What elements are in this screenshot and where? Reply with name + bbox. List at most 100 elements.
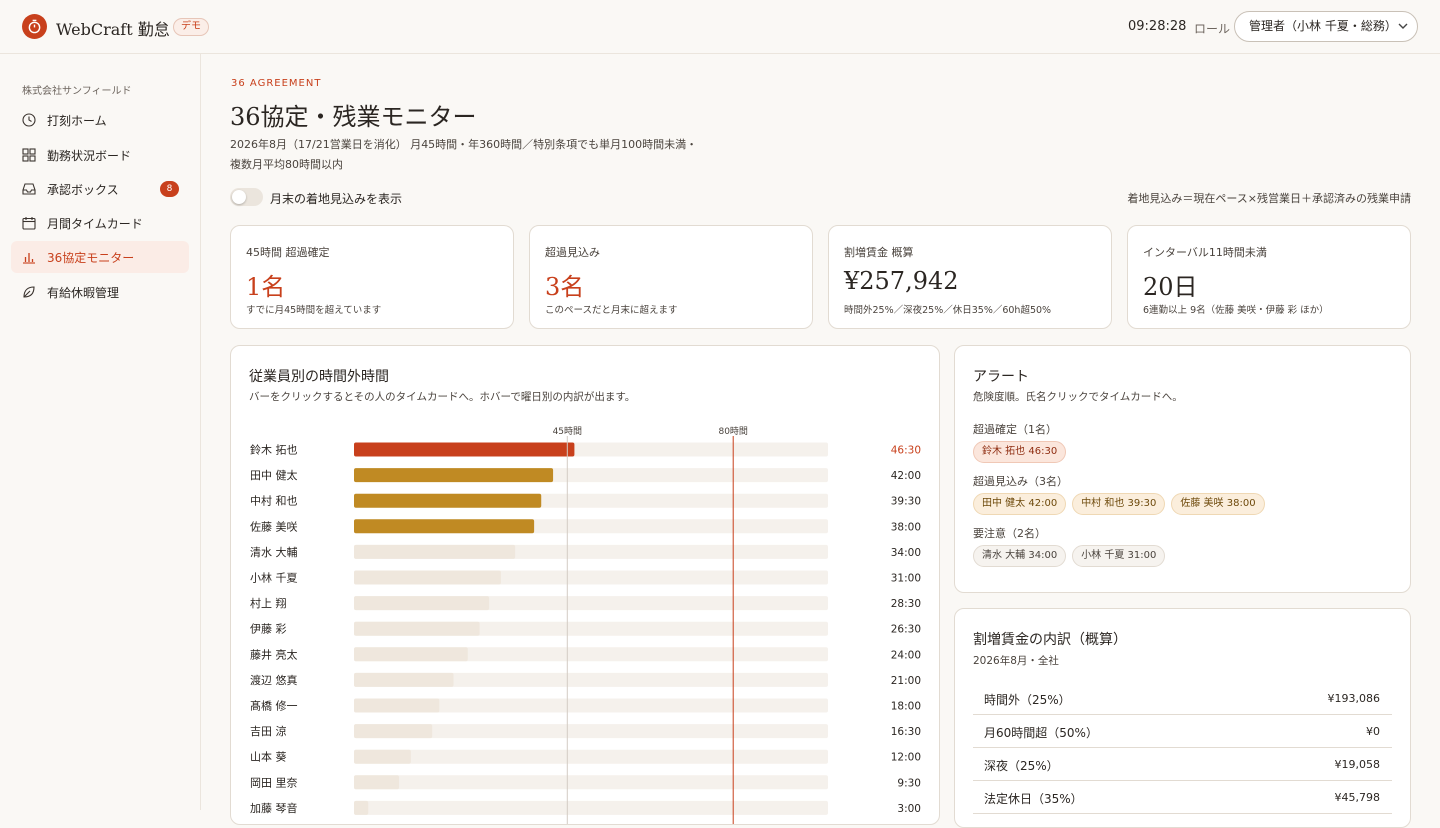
overtime-bar[interactable] [354,800,369,815]
sidebar-item-label: 打刻ホーム [47,113,107,128]
overtime-bar[interactable] [354,775,400,790]
company-name: 株式会社サンフィールド [22,86,132,97]
projection-formula-note: 着地見込み＝現在ペース×残営業日＋承認済みの残業申請 [1127,192,1411,205]
overtime-value-label: 31:00 [891,573,921,585]
overtime-bar[interactable] [354,749,411,764]
sidebar-item-punch-home[interactable]: 打刻ホーム [11,104,189,136]
overtime-bar[interactable] [354,724,433,739]
kpi-label: 割増賃金 概算 [844,246,914,259]
overtime-value-label: 18:00 [891,701,921,713]
employee-name-label[interactable]: 村上 翔 [250,596,287,610]
chevron-down-icon [1398,12,1408,52]
alerts-panel: アラート 危険度順。氏名クリックでタイムカードへ。 超過確定（1名） 鈴木 拓也… [954,345,1411,593]
employee-name-label[interactable]: 伊藤 彩 [250,623,287,636]
demo-badge: デモ [173,18,209,36]
employee-name-label[interactable]: 岡田 里奈 [250,775,298,789]
kpi-value: 3名 [545,273,585,301]
sidebar-item-label: 36協定モニター [47,250,135,265]
employee-name-label[interactable]: 渡辺 悠真 [250,673,298,687]
overtime-bar[interactable] [354,672,454,687]
overtime-value-label: 3:00 [897,803,921,815]
overtime-value-label: 21:00 [891,675,921,687]
bar-chart-icon [22,250,36,264]
sidebar-item-approval-box[interactable]: 承認ボックス 8 [11,173,189,205]
wage-row-value: ¥0 [1366,725,1380,738]
overtime-bar[interactable] [354,468,554,483]
employee-name-label[interactable]: 清水 大輔 [250,545,298,559]
app-name: WebCraft 勤怠 [56,20,170,39]
overtime-bar[interactable] [354,621,480,636]
page-description-line: 2026年8月（17/21営業日を消化） 月45時間・年360時間／特別条項でも… [230,138,698,151]
overtime-bar[interactable] [354,698,440,713]
overtime-bar[interactable] [354,596,490,611]
alert-group-label: 超過確定（1名） [973,423,1057,436]
overtime-value-label: 26:30 [891,624,921,636]
alerts-subtitle: 危険度順。氏名クリックでタイムカードへ。 [973,391,1183,403]
clock: 09:28:28 [1128,19,1187,34]
alert-group-caution: 清水 大輔 34:00 小林 千夏 31:00 [973,545,1166,567]
wage-row-label: 月60時間超（50%） [984,726,1098,740]
wage-row: 法定休日（35%） ¥45,798 [973,781,1392,814]
alert-pill[interactable]: 田中 健太 42:00 [973,493,1067,515]
wage-row-value: ¥19,058 [1334,758,1381,771]
alert-pill[interactable]: 清水 大輔 34:00 [973,545,1067,567]
employee-name-label[interactable]: 佐藤 美咲 [250,519,298,533]
wages-title: 割増賃金の内訳（概算） [973,632,1127,648]
overtime-bar-chart: 鈴木 拓也 46:30 田中 健太 42:00 中村 和也 39:30 佐藤 美咲 38:00… [250,426,921,824]
employee-name-label[interactable]: 山本 葵 [250,750,287,764]
sidebar-item-monthly-timecard[interactable]: 月間タイムカード [11,207,189,239]
overtime-bar[interactable] [354,544,516,559]
alert-group-confirmed: 鈴木 拓也 46:30 [973,441,1067,463]
wage-row-value: ¥193,086 [1327,692,1381,705]
alert-group-label: 要注意（2名） [973,527,1046,540]
overtime-value-label: 9:30 [897,777,921,789]
app-logo-icon [22,14,47,39]
role-select-value: 管理者（小林 千夏・総務） [1249,19,1397,33]
sidebar-item-label: 勤務状況ボード [47,148,132,163]
alert-group-projected: 田中 健太 42:00 中村 和也 39:30 佐藤 美咲 38:00 [973,493,1265,515]
kpi-sub: 6連勤以上 9名（佐藤 美咲・伊藤 彩 ほか） [1143,305,1329,316]
employee-name-label[interactable]: 田中 健太 [250,469,298,482]
wage-row-label: 時間外（25%） [984,693,1071,707]
leaf-icon [22,285,36,299]
overtime-value-label: 24:00 [891,649,921,661]
alert-pill[interactable]: 小林 千夏 31:00 [1072,545,1166,567]
sidebar-item-status-board[interactable]: 勤務状況ボード [11,139,189,171]
employee-name-label[interactable]: 小林 千夏 [250,571,298,585]
page-title: 36協定・残業モニター [230,103,477,131]
employee-name-label[interactable]: 中村 和也 [250,494,298,508]
overtime-bar[interactable] [354,519,535,534]
reference-line-label: 80時間 [718,426,747,437]
overtime-bar[interactable] [354,647,468,662]
projection-toggle[interactable] [230,188,263,206]
employee-name-label[interactable]: 吉田 涼 [250,724,287,738]
overtime-value-label: 42:00 [891,470,921,482]
overtime-bar[interactable] [354,442,575,457]
role-select[interactable]: 管理者（小林 千夏・総務） [1234,11,1418,42]
kpi-card-over-confirmed: 45時間 超過確定 1名 すでに月45時間を超えています [230,225,514,329]
overtime-value-label: 38:00 [891,521,921,533]
sidebar-item-label: 承認ボックス [47,182,119,197]
alert-pill[interactable]: 中村 和也 39:30 [1072,493,1166,515]
overtime-bar[interactable] [354,570,501,585]
alert-pill[interactable]: 鈴木 拓也 46:30 [973,441,1067,463]
employee-name-label[interactable]: 加藤 琴音 [250,801,298,815]
kpi-label: 45時間 超過確定 [246,246,330,259]
grid-icon [22,148,36,162]
employee-name-label[interactable]: 髙橋 修一 [250,699,298,713]
sidebar-item-paid-leave[interactable]: 有給休暇管理 [11,276,189,308]
overtime-value-label: 12:00 [891,752,921,764]
sidebar: 株式会社サンフィールド 打刻ホーム 勤務状況ボード 承認ボックス 8 月間タイム… [0,54,201,810]
page-kicker: 36 AGREEMENT [231,78,322,89]
sidebar-item-36-monitor[interactable]: 36協定モニター [11,241,189,273]
alert-pill[interactable]: 佐藤 美咲 38:00 [1171,493,1265,515]
employee-name-label[interactable]: 藤井 亮太 [250,647,298,661]
approval-count-badge: 8 [160,181,179,197]
projection-toggle-label: 月末の着地見込みを表示 [270,192,403,206]
page-description: 2026年8月（17/21営業日を消化） 月45時間・年360時間／特別条項でも… [230,135,750,175]
overtime-bar[interactable] [354,493,542,508]
overtime-value-label: 16:30 [891,726,921,738]
top-bar: WebCraft 勤怠 デモ 09:28:28 ロール 管理者（小林 千夏・総務… [0,0,1440,54]
kpi-card-interval: インターバル11時間未満 20日 6連勤以上 9名（佐藤 美咲・伊藤 彩 ほか） [1127,225,1411,329]
employee-name-label[interactable]: 鈴木 拓也 [250,443,298,457]
